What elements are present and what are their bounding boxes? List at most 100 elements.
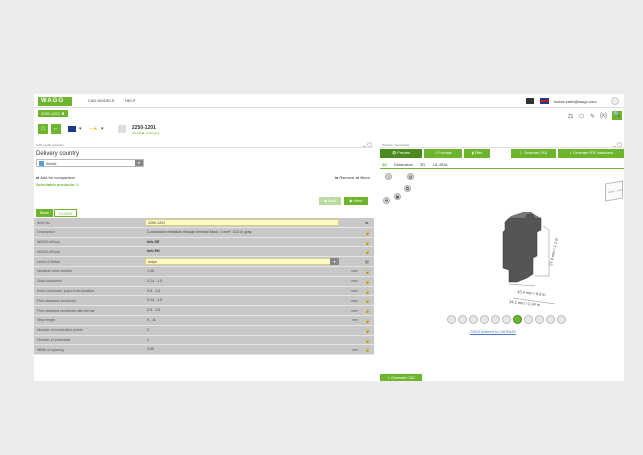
window-controls[interactable]: _ ▢: [363, 142, 372, 148]
preview-toolbar: 👁 Preview ⇩ Formats ▮ Files ⇩ Generate C…: [380, 149, 624, 158]
lock-icon[interactable]: 🔒: [365, 230, 370, 235]
3d-model-view[interactable]: 27.9 mm / 1.1 in 15.4 mm / 0.6 in 34.1 m…: [425, 170, 624, 315]
wireframe-icon[interactable]: [524, 315, 533, 324]
tab-class[interactable]: CLASS: [54, 209, 78, 217]
table-row: Number of potentials 1 🔒: [34, 335, 374, 346]
table-row: WAGO eShop Info DE 🔒: [34, 237, 374, 248]
remove-filters-link[interactable]: ⇆ Remove all filters: [335, 175, 370, 180]
attribute-label: Solid conductor; push-in termination: [37, 289, 95, 294]
lock-icon[interactable]: 🔒: [365, 298, 370, 303]
chevron-down-icon[interactable]: ▾: [101, 126, 104, 132]
lock-icon[interactable]: 🔒: [365, 328, 370, 333]
add-comparison-link[interactable]: ⇄ Add for comparison: [36, 175, 75, 180]
table-row: Nominal cross section 1.00 mm² 🔒: [34, 266, 374, 277]
compare-icon[interactable]: ⚖: [568, 113, 573, 120]
screenshot-icon[interactable]: [535, 315, 544, 324]
fit-icon[interactable]: [447, 315, 456, 324]
tab-2250-1201[interactable]: 2250-1201 ✖: [38, 110, 68, 117]
pencil-icon[interactable]: ✎: [590, 113, 595, 120]
lock-icon[interactable]: 🔒: [365, 249, 370, 254]
unit-select-icon[interactable]: —●: [89, 126, 97, 132]
code-icon[interactable]: {x}: [600, 113, 607, 119]
explode-icon[interactable]: [491, 315, 500, 324]
generate-pdf-button[interactable]: ⇩ Generate PDF datasheet: [558, 149, 624, 158]
lock-icon[interactable]: ⇆: [365, 220, 368, 225]
zoom-icon[interactable]: ▣: [394, 193, 401, 200]
cube-icon[interactable]: ⬡: [579, 113, 584, 120]
search-icon[interactable]: 🔍: [612, 111, 622, 120]
panel-header-label: CAD model selection: [36, 143, 65, 147]
user-email[interactable]: louisa.zahn@wago.com: [554, 99, 597, 104]
top-bar: WAGO CAD MODELS HELP louisa.zahn@wago.co…: [34, 94, 624, 108]
table-row: Item No. 2250-1201 ⇆: [34, 218, 374, 228]
panel-header: Preview / Generation _ ▢: [380, 142, 624, 148]
lock-icon[interactable]: ▤: [365, 259, 369, 264]
render-icon[interactable]: [502, 315, 511, 324]
attribute-value: 1.00: [147, 268, 154, 273]
language-flag-icon[interactable]: [68, 126, 76, 132]
nav-cad-models[interactable]: CAD MODELS: [88, 98, 114, 103]
attribute-label: Item No.: [37, 220, 51, 225]
back-arrow-button[interactable]: ←: [51, 124, 61, 134]
attribute-value: 0.14 - 1.5: [147, 278, 163, 283]
rotate-icon[interactable]: [469, 315, 478, 324]
attribute-label: Width of spacing: [37, 347, 64, 352]
lock-icon[interactable]: 🔒: [365, 308, 370, 313]
next-button[interactable]: ▶ Next: [344, 197, 368, 205]
tab-ul-eda[interactable]: UL-EDA: [433, 162, 448, 167]
fullscreen-icon[interactable]: [546, 315, 555, 324]
generate-cad-button[interactable]: ⇩ Generate CAD: [511, 149, 556, 158]
chevron-down-icon[interactable]: ▾: [79, 126, 82, 132]
attribute-value[interactable]: 2250-1201: [145, 219, 339, 226]
lock-icon[interactable]: 🔒: [365, 347, 370, 352]
tab-3d[interactable]: 3D: [382, 162, 387, 167]
attribute-label: Number of connection points: [37, 328, 83, 333]
nav-help[interactable]: HELP: [125, 98, 135, 103]
home-button[interactable]: ⌂: [38, 124, 48, 134]
viewer-bottom-tools: [447, 315, 587, 325]
attribute-unit: mm: [352, 347, 358, 352]
lock-icon[interactable]: 🔒: [365, 338, 370, 343]
generate-cad-label: Generate CAD: [523, 151, 548, 155]
chevron-down-icon[interactable]: ▾: [135, 160, 143, 166]
country-select[interactable]: World ▾: [36, 159, 144, 167]
section-icon[interactable]: [480, 315, 489, 324]
table-row: Width of spacing 3.50 mm 🔒: [34, 345, 374, 356]
attribute-unit: mm²: [351, 308, 358, 313]
lock-icon[interactable]: 🔒: [365, 269, 370, 274]
lock-icon[interactable]: 🔒: [365, 240, 370, 245]
avatar[interactable]: [611, 97, 619, 105]
window-controls[interactable]: _ ▢: [613, 142, 622, 148]
uk-flag-icon[interactable]: [540, 98, 549, 104]
lock-icon[interactable]: 🔒: [365, 289, 370, 294]
tab-base[interactable]: Base: [36, 209, 54, 217]
formats-button[interactable]: ⇩ Formats: [424, 149, 462, 158]
attribute-value: 3.50: [147, 347, 154, 352]
chevron-down-icon[interactable]: ▾: [330, 258, 339, 266]
files-button[interactable]: ▮ Files: [464, 149, 490, 158]
powered-by-link[interactable]: ©2023 powered by CADENAS: [470, 330, 516, 334]
country-value: World: [46, 161, 57, 166]
lock-icon[interactable]: 🔒: [365, 318, 370, 323]
tab-dimension[interactable]: Dimension: [394, 162, 413, 167]
selectable-products: Selectable products: 1: [36, 182, 79, 187]
generate-cad-bottom-button[interactable]: ⇩ Generate CAD: [380, 374, 422, 381]
lock-icon[interactable]: 🔒: [365, 279, 370, 284]
preview-button[interactable]: 👁 Preview: [380, 149, 422, 158]
tab-2d[interactable]: 2D: [420, 162, 425, 167]
envelope-icon[interactable]: [526, 98, 534, 104]
back-button[interactable]: ◀ Back: [319, 197, 341, 205]
attribute-value[interactable]: mdpe: [145, 258, 339, 266]
shaded-icon[interactable]: [513, 315, 522, 324]
attribute-label: Nominal cross section: [37, 269, 73, 274]
attribute-label: Description: [37, 230, 55, 235]
wago-logo[interactable]: WAGO: [38, 97, 72, 106]
measure-icon[interactable]: [458, 315, 467, 324]
copy-icon[interactable]: ⧉: [404, 185, 411, 192]
layers-icon[interactable]: ▤: [407, 173, 414, 180]
breadcrumb[interactable]: WAGO ▶ Turbogene: [132, 131, 160, 135]
attribute-value: 1: [147, 337, 149, 342]
pan-icon[interactable]: ✥: [383, 197, 390, 204]
menu-icon[interactable]: ≡: [385, 173, 392, 180]
share-icon[interactable]: [557, 315, 566, 324]
